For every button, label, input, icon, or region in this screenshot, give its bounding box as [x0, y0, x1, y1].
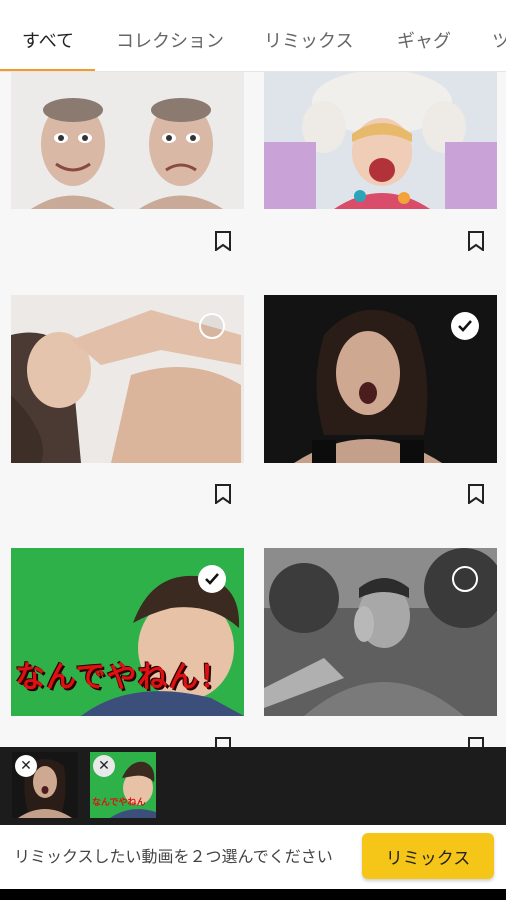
video-caption-sticker: なんでやねん！ — [15, 660, 231, 695]
tab-collection[interactable]: コレクション — [116, 0, 224, 71]
bookmark-icon[interactable] — [467, 231, 485, 251]
close-icon[interactable]: ✕ — [15, 755, 37, 777]
video-card-man-hand-face[interactable] — [264, 548, 497, 716]
selected-caption-sticker: なんでやねん — [92, 798, 146, 808]
tab-more[interactable]: ツ — [492, 0, 506, 71]
video-card-woman-yawn[interactable] — [264, 295, 497, 463]
checkmark-icon[interactable] — [198, 565, 226, 593]
checkmark-icon[interactable] — [451, 312, 479, 340]
selected-thumb-man-greenscreen[interactable]: なんでやねん ✕ — [90, 752, 156, 818]
video-thumbnail — [11, 72, 244, 209]
video-card-two-faces[interactable] — [11, 72, 244, 209]
video-card-woman-pose[interactable] — [11, 295, 244, 463]
tab-gag[interactable]: ギャグ — [397, 0, 451, 71]
bookmark-icon[interactable] — [214, 231, 232, 251]
video-card-man-greenscreen[interactable]: なんでやねん！ — [11, 548, 244, 716]
system-nav-bar — [0, 889, 506, 900]
close-icon[interactable]: ✕ — [93, 755, 115, 777]
selection-circle-icon[interactable] — [199, 313, 225, 339]
tab-remix[interactable]: リミックス — [264, 0, 353, 71]
tab-all[interactable]: すべて — [22, 0, 74, 71]
selected-thumb-woman-yawn[interactable]: ✕ — [12, 752, 78, 818]
video-card-girl-winter[interactable] — [264, 72, 497, 209]
bottom-action-bar: リミックスしたい動画を２つ選んでください リミックス — [0, 825, 506, 889]
bookmark-icon[interactable] — [467, 484, 485, 504]
selected-videos-tray: ✕ なんでやねん ✕ — [0, 747, 506, 825]
category-tabs: すべて コレクション リミックス ギャグ ツ — [0, 0, 506, 72]
bookmark-icon[interactable] — [214, 484, 232, 504]
remix-button[interactable]: リミックス — [362, 833, 494, 879]
selection-hint: リミックスしたい動画を２つ選んでください — [14, 847, 333, 866]
video-thumbnail — [264, 72, 497, 209]
selection-circle-icon[interactable] — [452, 566, 478, 592]
